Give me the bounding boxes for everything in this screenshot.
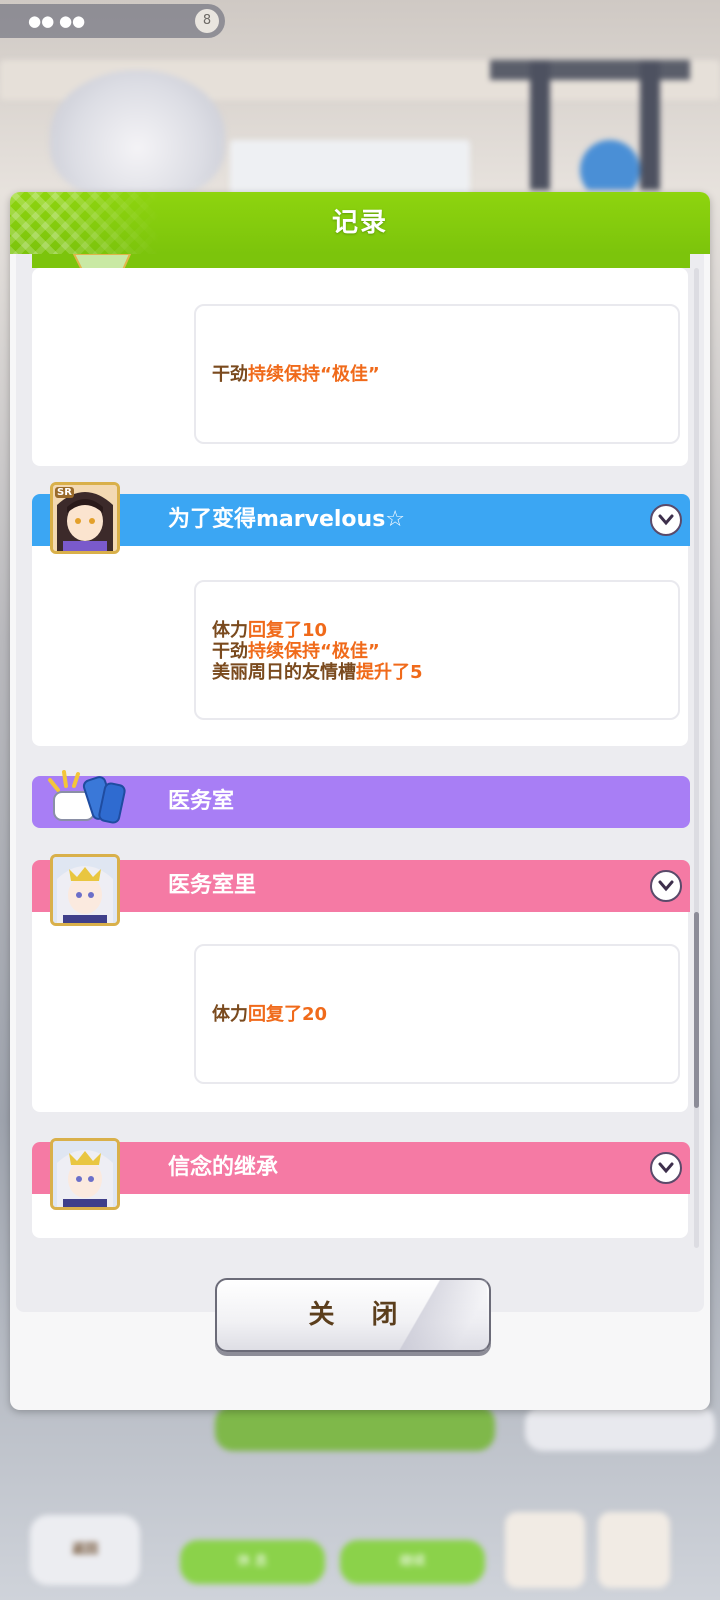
effect-line: 体力回复了10 — [212, 620, 423, 641]
scrollbar-thumb[interactable] — [694, 912, 699, 1108]
expand-chevron-icon[interactable] — [650, 504, 682, 536]
background-window — [230, 140, 470, 200]
background-status-text: ●● ●● — [28, 12, 86, 30]
effect-box: 干劲持续保持“极佳” — [194, 304, 680, 444]
rarity-badge: SR — [55, 487, 74, 498]
background-profile-icon — [505, 1512, 585, 1588]
dialog-header: 记录 — [10, 192, 710, 254]
effect-subject: 美丽周日的友情槽 — [212, 662, 356, 683]
expand-chevron-icon[interactable] — [650, 1152, 682, 1184]
effect-value: 回复了20 — [248, 1004, 328, 1025]
effect-line: 干劲持续保持“极佳” — [212, 364, 380, 385]
character-portrait-icon: SR — [50, 482, 120, 554]
effect-value: 持续保持“极佳” — [248, 364, 380, 385]
background-status-badge: ●● ●● 8 — [0, 4, 225, 38]
effect-subject: 干劲 — [212, 364, 248, 385]
background-bottom-green-bar — [215, 1405, 495, 1451]
effect-value: 持续保持“极佳” — [248, 641, 380, 662]
expand-chevron-icon[interactable] — [650, 870, 682, 902]
record-dialog: 记录 干劲持续保持“极佳” 为了变得marvelous☆ SR 体力回复了10 … — [10, 192, 710, 1410]
effect-value: 提升了5 — [356, 662, 423, 683]
record-title: 信念的继承 — [168, 1155, 279, 1180]
close-button-label: 关 闭 — [308, 1300, 412, 1330]
record-band[interactable]: 医务室里 — [32, 860, 690, 912]
effect-subject: 体力 — [212, 1004, 248, 1025]
background-bottom-gray-bar — [525, 1405, 715, 1451]
close-button[interactable]: 关 闭 — [215, 1278, 491, 1352]
infirmary-icon — [48, 770, 126, 824]
effect-subject: 干劲 — [212, 641, 248, 662]
background-rest-button: 休 息 — [180, 1540, 325, 1584]
character-portrait-icon — [50, 1138, 120, 1210]
effect-lines: 干劲持续保持“极佳” — [212, 364, 380, 385]
effect-line: 美丽周日的友情槽提升了5 — [212, 662, 423, 683]
effect-lines: 体力回复了20 — [212, 1004, 327, 1025]
record-title: 医务室里 — [168, 873, 257, 898]
background-gym-machine — [490, 60, 690, 190]
background-status-count: 8 — [195, 9, 219, 33]
effect-line: 干劲持续保持“极佳” — [212, 641, 423, 662]
record-band[interactable]: 信念的继承 — [32, 1142, 690, 1194]
record-card: 干劲持续保持“极佳” — [32, 268, 688, 466]
effect-box: 体力回复了20 — [194, 944, 680, 1084]
effect-line: 体力回复了20 — [212, 1004, 327, 1025]
section-band: 医务室 — [32, 776, 690, 828]
record-band[interactable]: 为了变得marvelous☆ — [32, 494, 690, 546]
record-list[interactable]: 干劲持续保持“极佳” 为了变得marvelous☆ SR 体力回复了10 干劲持… — [16, 254, 704, 1312]
effect-box: 体力回复了10 干劲持续保持“极佳” 美丽周日的友情槽提升了5 — [194, 580, 680, 720]
record-title: 为了变得marvelous☆ — [168, 507, 406, 532]
section-title: 医务室 — [168, 789, 235, 814]
background-menu-icon — [598, 1512, 670, 1588]
background-character — [50, 70, 225, 200]
record-list-content: 干劲持续保持“极佳” 为了变得marvelous☆ SR 体力回复了10 干劲持… — [16, 254, 704, 1312]
dialog-title: 记录 — [331, 208, 388, 238]
character-portrait-icon — [50, 854, 120, 926]
effect-value: 回复了10 — [248, 620, 328, 641]
background-continue-button: 继续 — [340, 1540, 485, 1584]
effect-lines: 体力回复了10 干劲持续保持“极佳” 美丽周日的友情槽提升了5 — [212, 620, 423, 683]
background-back-button: 返回 — [30, 1515, 140, 1585]
effect-subject: 体力 — [212, 620, 248, 641]
